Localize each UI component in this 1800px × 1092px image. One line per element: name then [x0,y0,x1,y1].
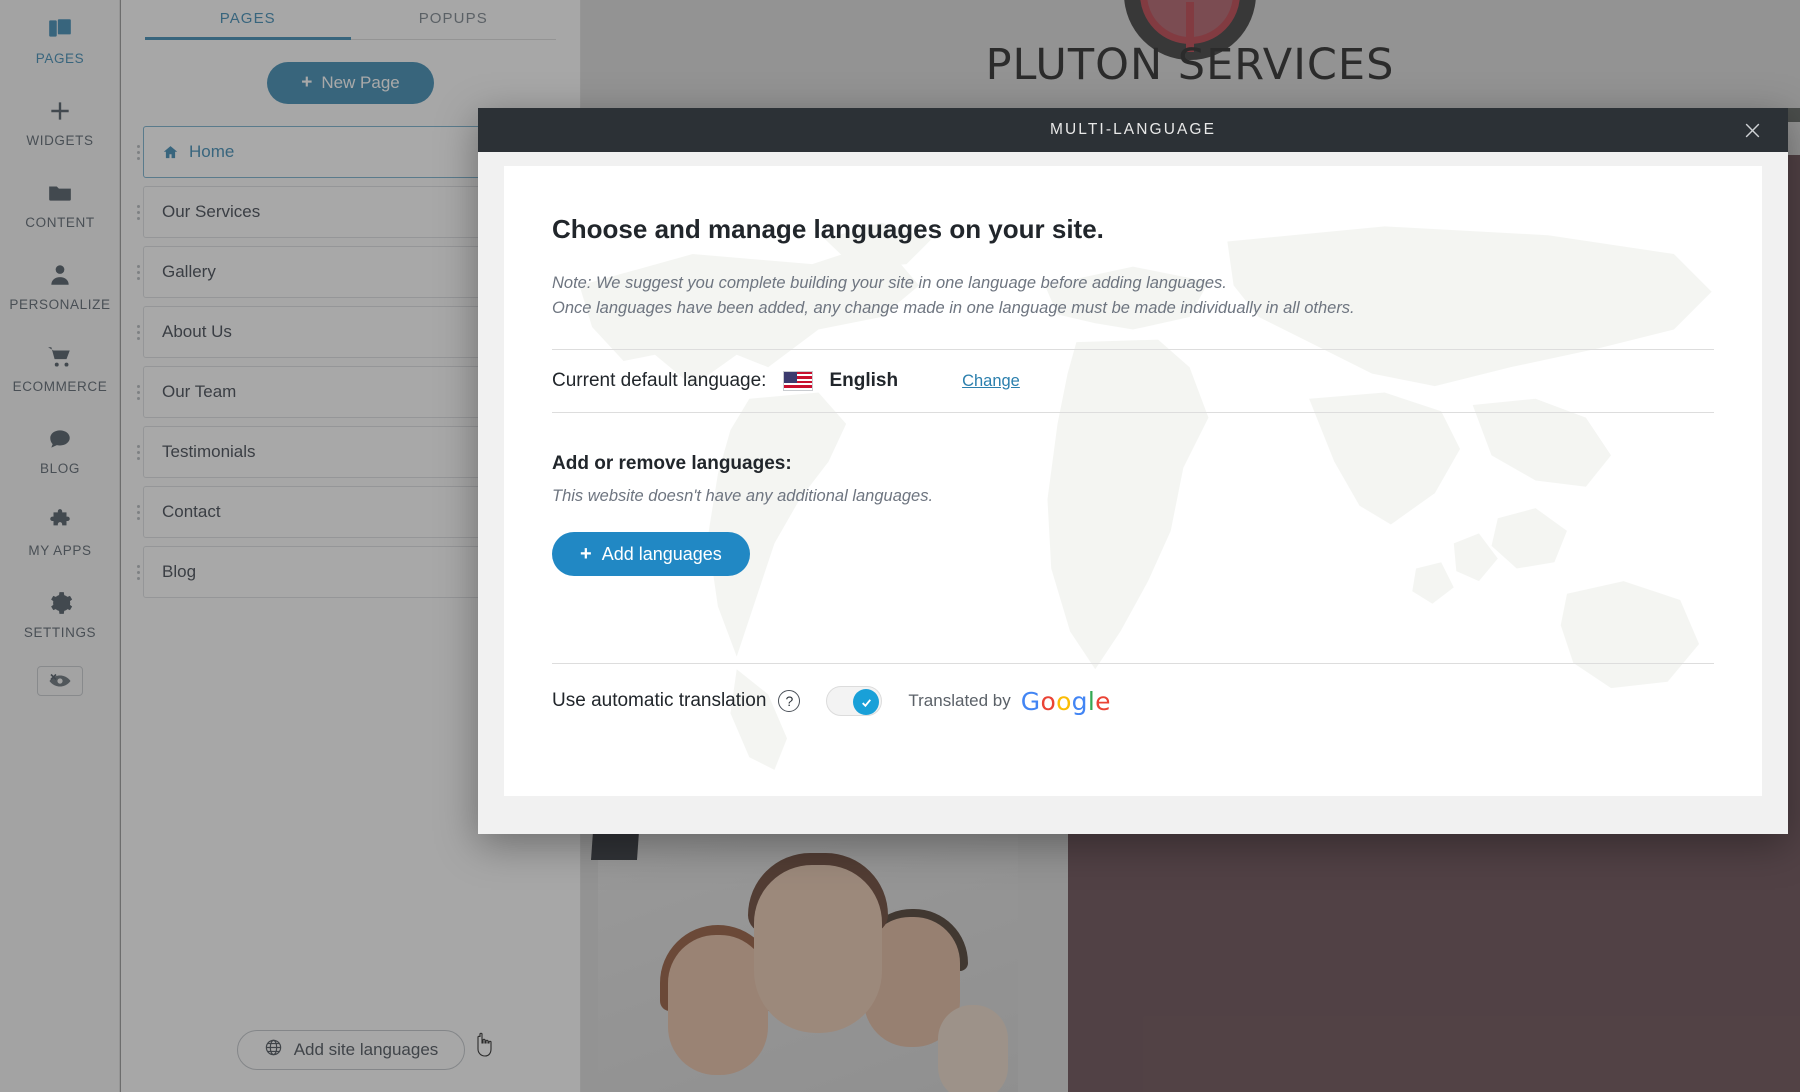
modal-note-line-2: Once languages have been added, any chan… [552,299,1355,317]
help-icon[interactable]: ? [778,690,801,712]
close-icon[interactable] [1738,116,1766,144]
no-additional-languages-text: This website doesn't have any additional… [552,487,934,505]
divider-mid [552,412,1714,413]
modal-note-line-1: Note: We suggest you complete building y… [552,274,1227,292]
translated-by-label: Translated by [908,691,1011,710]
modal-title-bar: MULTI-LANGUAGE [478,108,1788,152]
modal-heading: Choose and manage languages on your site… [552,214,1104,244]
auto-translation-row: Use automatic translation ? Translated b… [552,686,1111,716]
modal-note: Note: We suggest you complete building y… [552,271,1714,321]
plus-icon: + [580,542,592,565]
modal-body: Choose and manage languages on your site… [504,166,1762,796]
google-letter-e: e [1095,686,1111,716]
divider-bottom [552,663,1714,664]
google-letter-g1: G [1020,686,1041,716]
google-letter-l: l [1087,686,1096,716]
default-language-row: Current default language: English Change [552,350,1714,412]
modal-content: Choose and manage languages on your site… [504,166,1762,796]
auto-translation-label: Use automatic translation [552,690,767,711]
add-languages-button[interactable]: + Add languages [552,532,750,576]
change-default-language-link[interactable]: Change [962,372,1020,391]
default-language-value: English [829,370,899,391]
google-letter-o2: o [1056,686,1072,716]
modal-title: MULTI-LANGUAGE [1049,121,1217,138]
auto-translation-toggle[interactable] [826,686,883,716]
us-flag-icon [783,371,814,391]
google-letter-o1: o [1040,686,1057,716]
app-root: PLUTON SERVICES usi you Learn more [0,0,1800,1092]
google-logo: Google [1021,687,1111,716]
add-languages-label: Add languages [601,543,722,564]
add-remove-label: Add or remove languages: [552,453,792,474]
toggle-knob-check-icon [853,689,880,715]
multi-language-modal: MULTI-LANGUAGE Choose and manage languag… [478,108,1788,834]
google-letter-g2: g [1071,686,1088,716]
default-language-label: Current default language: [552,370,767,391]
